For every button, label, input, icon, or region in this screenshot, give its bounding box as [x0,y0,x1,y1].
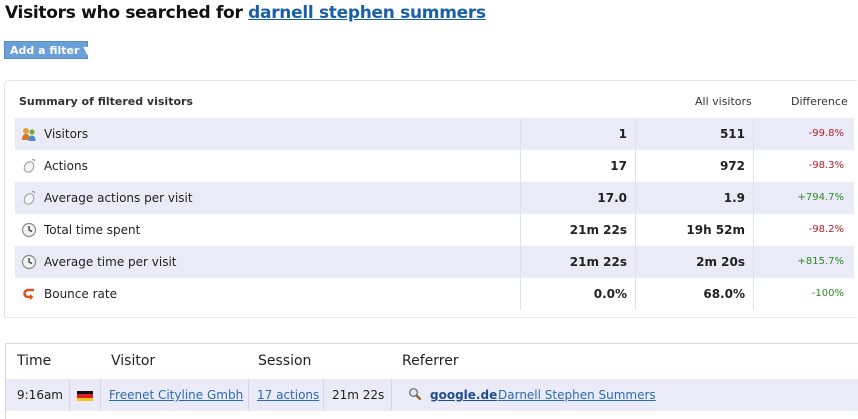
all-visitors-value: 2m 20s [635,246,753,278]
visitors-icon [21,126,37,142]
row-label: Total time spent [44,223,141,237]
clock-icon [21,222,37,238]
visitor-column-header: Visitor [111,353,156,369]
germany-flag-icon [77,391,93,401]
column-divider [323,379,324,411]
page-title-prefix: Visitors who searched for [5,3,243,23]
difference-value: -100% [753,278,854,310]
row-label: Actions [44,159,88,173]
table-row: 9:16am Freenet Cityline Gmbh 17 actions … [6,379,858,411]
filtered-value: 1 [520,118,635,150]
difference-column-header: Difference [791,95,848,108]
summary-row-bounce-rate: Bounce rate 0.0% 68.0% -100% [15,278,854,310]
filtered-value: 21m 22s [520,246,635,278]
visitor-log-header: Time Visitor Session Referrer [6,344,858,378]
difference-value: +794.7% [753,182,854,214]
summary-row-total-time: Total time spent 21m 22s 19h 52m -98.2% [15,214,854,246]
difference-value: +815.7% [753,246,854,278]
column-divider [100,379,101,411]
difference-value: -98.2% [753,214,854,246]
all-visitors-column-header: All visitors [695,95,752,108]
column-divider [248,379,249,411]
column-divider [391,379,392,411]
all-visitors-value: 972 [635,150,753,182]
column-divider [69,379,70,411]
bounce-icon [21,286,37,302]
row-label: Average actions per visit [44,191,193,205]
all-visitors-value: 68.0% [635,278,753,310]
summary-panel: Summary of filtered visitors All visitor… [4,80,857,318]
time-column-header: Time [17,353,52,369]
difference-value: -99.8% [753,118,854,150]
row-label: Bounce rate [44,287,117,301]
all-visitors-value: 19h 52m [635,214,753,246]
search-engine-link[interactable]: google.de [430,379,497,411]
filtered-value: 21m 22s [520,214,635,246]
summary-header: Summary of filtered visitors All visitor… [19,93,857,113]
session-column-header: Session [258,353,312,369]
row-label: Average time per visit [44,255,177,269]
search-keywords-link[interactable]: Darnell Stephen Summers [498,379,656,411]
add-filter-button[interactable]: Add a filter ▼ [4,41,92,59]
filtered-value: 0.0% [520,278,635,310]
mouse-icon [21,158,37,174]
summary-row-actions: Actions 17 972 -98.3% [15,150,854,182]
visitor-link[interactable]: Freenet Cityline Gmbh [109,379,243,411]
all-visitors-value: 1.9 [635,182,753,214]
search-term-link[interactable]: darnell stephen summers [248,3,486,23]
summary-heading: Summary of filtered visitors [19,95,193,108]
visitor-log-table: Time Visitor Session Referrer 9:16am Fre… [5,343,858,419]
summary-row-visitors: Visitors 1 511 -99.8% [15,118,854,150]
summary-row-average-actions: Average actions per visit 17.0 1.9 +794.… [15,182,854,214]
filtered-value: 17 [520,150,635,182]
page-title: Visitors who searched for darnell stephe… [5,3,486,23]
row-label: Visitors [44,127,89,141]
session-duration: 21m 22s [332,388,385,402]
clock-icon [21,254,37,270]
filtered-value: 17.0 [520,182,635,214]
summary-row-average-time: Average time per visit 21m 22s 2m 20s +8… [15,246,854,278]
all-visitors-value: 511 [635,118,753,150]
difference-value: -98.3% [753,150,854,182]
visit-time: 9:16am [17,388,63,402]
magnifier-icon [408,377,422,409]
referrer-column-header: Referrer [402,353,459,369]
mouse-icon [21,190,37,206]
actions-link[interactable]: 17 actions [257,379,319,411]
